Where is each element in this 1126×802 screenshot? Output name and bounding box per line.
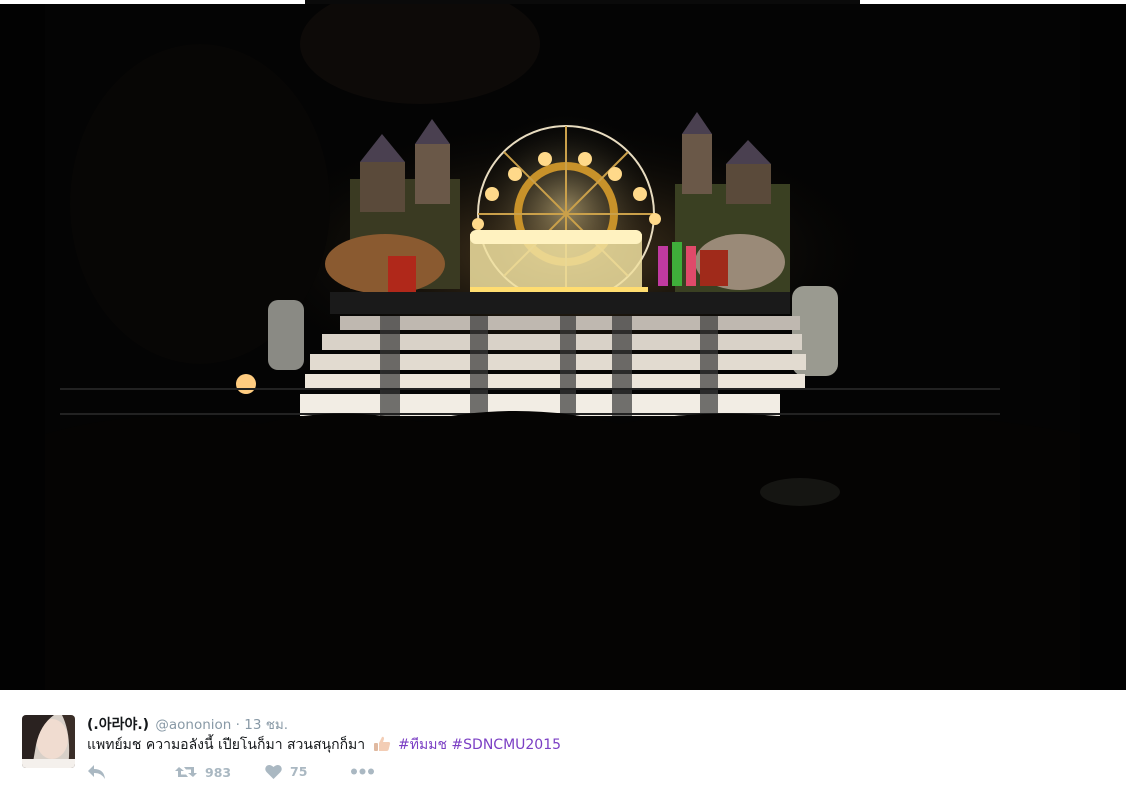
avatar[interactable]	[22, 715, 75, 768]
reply-button[interactable]	[87, 764, 106, 780]
tweet-text: แพทย์มช ความอลังนี้ เปียโนก็มา สวนสนุกก็…	[87, 734, 561, 756]
more-icon	[351, 768, 374, 775]
tweet-header: (.아라야.) @aononion · 13 ชม.	[87, 713, 288, 735]
hashtag-sdncmu2015[interactable]: #SDNCMU2015	[451, 737, 561, 753]
retweet-count: 983	[205, 764, 232, 780]
time-separator: ·	[235, 717, 240, 733]
heart-icon	[265, 764, 282, 779]
like-count: 75	[290, 764, 308, 779]
tweet-body: แพทย์มช ความอลังนี้ เปียโนก็มา สวนสนุกก็…	[87, 737, 366, 753]
more-button[interactable]	[351, 768, 374, 775]
display-name[interactable]: (.아라야.)	[87, 717, 149, 733]
tweet-timestamp[interactable]: 13 ชม.	[244, 717, 288, 733]
reply-icon	[88, 765, 105, 779]
tweet: (.아라야.) @aononion · 13 ชม. แพทย์มช ความอ…	[0, 690, 1126, 802]
thumbs-up-emoji-icon	[373, 736, 391, 752]
screen-name[interactable]: @aononion	[155, 717, 231, 733]
hashtag-teammch[interactable]: #ทีมมช	[398, 737, 447, 753]
retweet-button[interactable]: 983	[175, 764, 231, 780]
night-stage-photo	[0, 4, 1126, 690]
like-button[interactable]: 75	[265, 764, 307, 779]
tweet-photo[interactable]	[0, 4, 1126, 690]
retweet-icon	[175, 767, 197, 777]
